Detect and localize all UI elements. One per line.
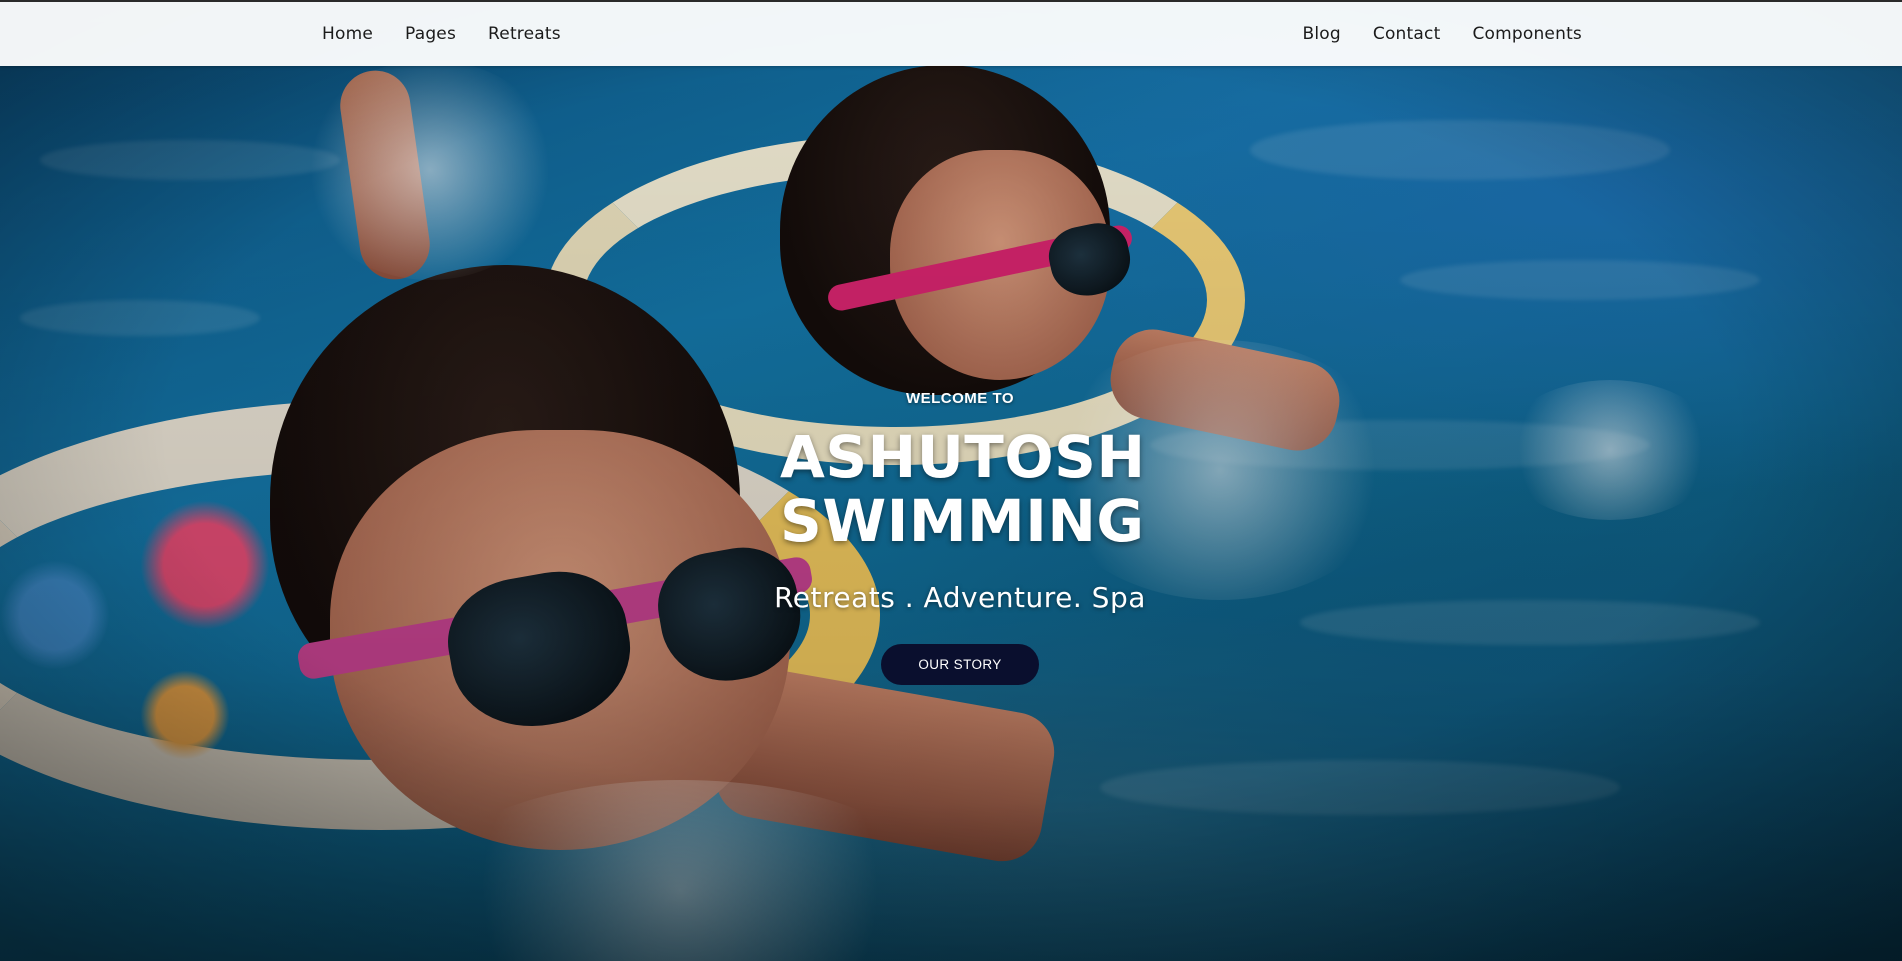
nav-link-contact[interactable]: Contact bbox=[1373, 24, 1441, 44]
nav-link-blog[interactable]: Blog bbox=[1303, 24, 1341, 44]
hero-subtitle: Retreats . Adventure. Spa bbox=[774, 581, 1146, 614]
nav-link-components[interactable]: Components bbox=[1472, 24, 1582, 44]
nav-left-group: Home Pages Retreats bbox=[322, 2, 561, 66]
nav-link-home[interactable]: Home bbox=[322, 24, 373, 44]
nav-link-retreats[interactable]: Retreats bbox=[488, 24, 561, 44]
top-navigation-bar: Home Pages Retreats Blog Contact Compone… bbox=[0, 0, 1902, 66]
hero-title: ASHUTOSH SWIMMING bbox=[780, 423, 1146, 555]
hero-section: WELCOME TO ASHUTOSH SWIMMING Retreats . … bbox=[0, 390, 1902, 685]
nav-right-group: Blog Contact Components bbox=[1303, 2, 1583, 66]
our-story-button[interactable]: OUR STORY bbox=[881, 644, 1039, 685]
hero-eyebrow: WELCOME TO bbox=[905, 390, 1015, 407]
nav-link-pages[interactable]: Pages bbox=[405, 24, 456, 44]
